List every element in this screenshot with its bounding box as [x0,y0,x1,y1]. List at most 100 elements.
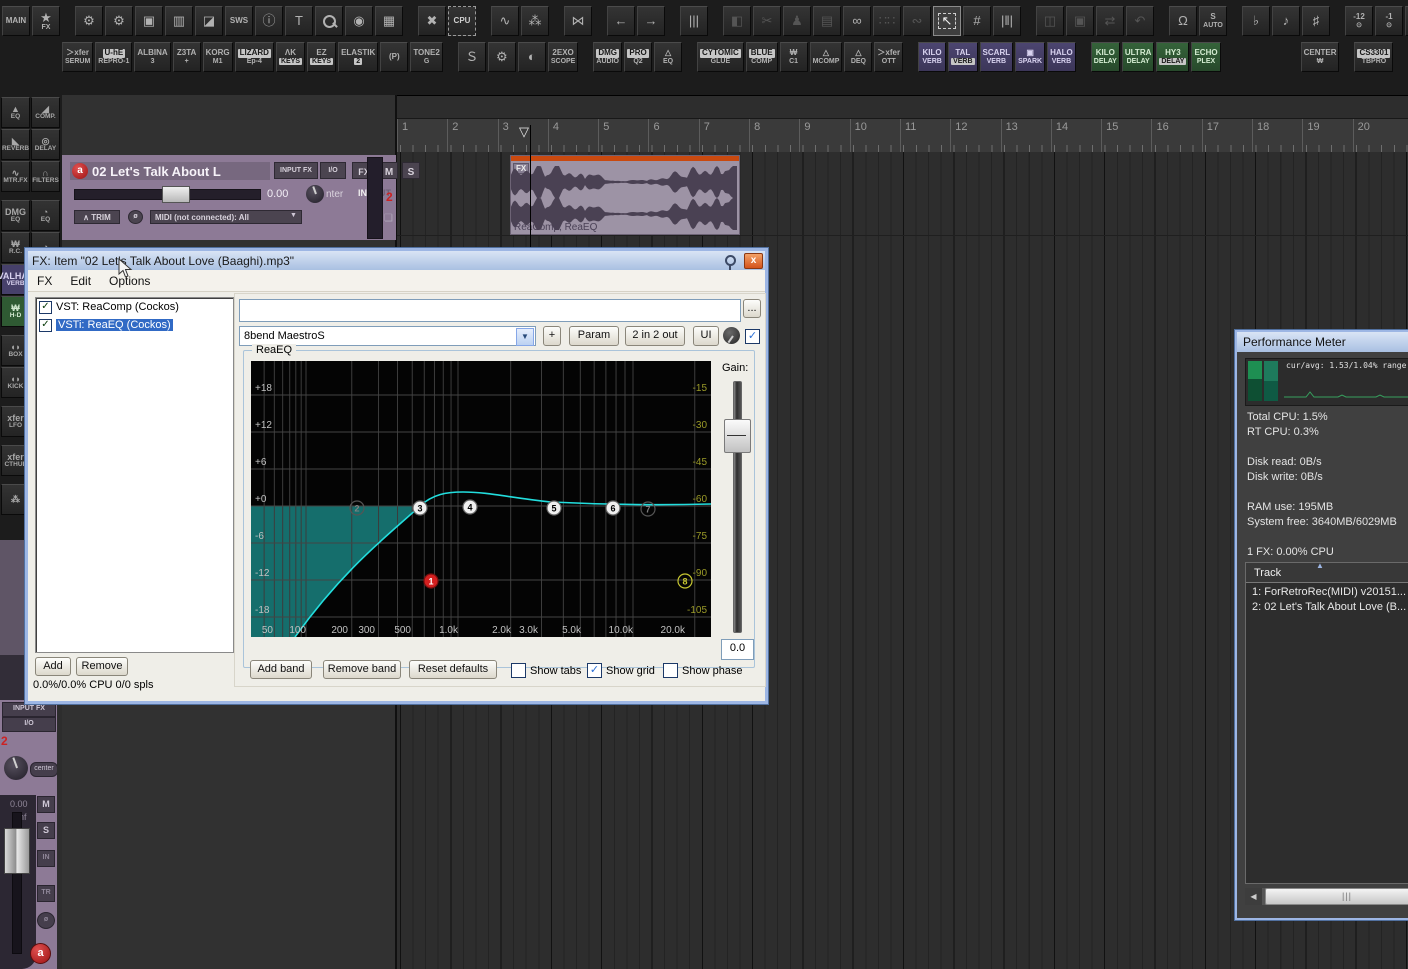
track-list-header[interactable]: ▲ Track [1246,561,1408,583]
theme-shirt-icon[interactable]: T [285,6,313,36]
io-button[interactable]: I/O [320,162,346,179]
auto-mode-button[interactable]: S AUTO [1199,6,1227,36]
cpu-meter-button[interactable]: CPU [448,6,476,36]
more-options-button[interactable]: ... [743,299,761,318]
eq-graph[interactable]: +18 +12 +6 +0 -6 -12 -18 -15 -30 -45 -60 -75 -90 -105… [251,361,711,637]
gain-slider-handle[interactable] [724,419,751,453]
close-eye-icon[interactable]: ✖ [418,6,446,36]
mcp-monitor-button[interactable]: IN [37,850,55,867]
split-item-icon[interactable]: ◫ [1036,6,1064,36]
envelope-node-icon[interactable]: ∾ [903,6,931,36]
scissors-icon[interactable]: ✂ [753,6,781,36]
dock-item[interactable]: ∿ MTR.FX [1,161,30,192]
fx-star-button[interactable]: ★ FX [32,6,60,36]
plugin-hy3-delay[interactable]: HY3 DELAY [1156,42,1190,72]
plugin-globe-icon[interactable]: ◐ [517,42,546,72]
dock-item[interactable]: ◎ DELAY [31,129,60,160]
show-grid-checkbox[interactable]: ✓ Show grid [587,663,655,678]
trash-icon[interactable]: ▥ [165,6,193,36]
menu-item[interactable]: FX [28,274,61,288]
ui-button[interactable]: UI [693,326,719,346]
plugin-tal-verb[interactable]: TAL VERB [948,42,978,72]
add-fx-button[interactable]: Add [35,657,71,676]
pan-knob[interactable] [306,185,324,203]
show-phase-checkbox[interactable]: ✓ Show phase [663,663,743,678]
clef-icon[interactable]: ♪ [1272,6,1300,36]
plugin-repro1[interactable]: U-hE REPRO-1 [95,42,133,72]
volume-handle[interactable] [162,186,190,203]
plugin-kilo-verb[interactable]: KILO VERB [918,42,947,72]
sharp-note-icon[interactable]: ♯ [1302,6,1330,36]
undo-wave-icon[interactable]: ↶ [1126,6,1154,36]
plugin-cs3301[interactable]: CS3301 TBPRO [1354,42,1394,72]
pin-connector-button[interactable]: 2 in 2 out [625,326,685,346]
plugin-dmg-audio[interactable]: DMG AUDIO [593,42,623,72]
actions-wrench-icon[interactable]: ⚙ [75,6,103,36]
show-tabs-checkbox[interactable]: ✓ Show tabs [511,663,581,678]
scatter-icon[interactable]: ⁂ [521,6,549,36]
plugin-deq[interactable]: △ DEQ [844,42,873,72]
close-icon[interactable]: x [744,252,763,269]
perf-track-row[interactable]: 2: 02 Let's Talk About Love (B... [1246,598,1408,613]
metronome-icon[interactable]: ♟ [783,6,811,36]
plugin-blue-comp[interactable]: BLUE COMP [745,42,778,72]
plugin-albina[interactable]: ALBINA 3 [134,42,171,72]
checkbox-icon[interactable]: ✓ [587,663,602,678]
remove-fx-button[interactable]: Remove [76,657,128,676]
mcp-record-arm[interactable]: a [30,943,51,964]
solo-button[interactable]: S [402,162,420,179]
plugin-pianoteq[interactable]: (P) [380,42,409,72]
plugin-mcomp[interactable]: △ MCOMP [809,42,843,72]
mcp-fader-handle[interactable] [4,828,30,874]
mcp-input-fx-button[interactable]: INPUT FX [2,702,56,717]
checkbox-icon[interactable]: ✓ [663,663,678,678]
copy-item-icon[interactable]: ▣ [1066,6,1094,36]
midi-dropdown-arrow[interactable]: ▼ [290,212,297,219]
perf-track-list[interactable]: ▲ Track 1: ForRetroRec(MIDI) v20151... 2:… [1245,561,1408,884]
docker-grid-icon[interactable]: ▦ [375,6,403,36]
plugin-ultra-delay[interactable]: ULTRA DELAY [1121,42,1155,72]
plugin-korg-m1[interactable]: KORG M1 [202,42,233,72]
menu-item[interactable]: Edit [61,274,100,288]
plugin-exoscope[interactable]: 2EXO SCOPE [547,42,579,72]
grid-dots-icon[interactable]: ∷∷ [873,6,901,36]
scroll-left-arrow[interactable]: ◀ [1245,888,1262,905]
midi-input-dropdown[interactable]: MIDI (not connected): All [150,210,302,224]
fx-plugin-list[interactable]: ✓ VST: ReaComp (Cockos) ✓ VSTi: ReaEQ (C… [35,297,234,653]
perf-horizontal-scrollbar[interactable]: ◀ ||| [1245,888,1408,905]
eraser-icon[interactable]: ◪ [195,6,223,36]
media-item[interactable]: FX ReaComp, ReaEQ [510,155,740,235]
plugin-gear[interactable]: ⚙ [487,42,516,72]
timeline-ruler[interactable]: 1 2 3 4 5 6 7 8 9 10 11 12 13 14 15 16 17 18 19 20 [397,118,1408,154]
plugin-slate[interactable]: Ｓ [457,42,486,72]
lock-icon[interactable]: Ω [1169,6,1197,36]
gain-value-box[interactable]: 0.0 [721,639,754,660]
mcp-phase-button[interactable]: ø [37,912,55,929]
scroll-thumb[interactable]: ||| [1265,888,1408,905]
plugin-kilo-delay[interactable]: KILO DELAY [1090,42,1120,72]
plugin-eq[interactable]: △ EQ [654,42,683,72]
add-band-button[interactable]: Add band [250,660,312,679]
fx-plugin-row[interactable]: ✓ VST: ReaComp (Cockos) [36,298,233,316]
preset-comment-field[interactable] [239,299,741,322]
bars-icon[interactable]: |‖| [993,6,1021,36]
combo-arrow-icon[interactable]: ▼ [516,328,534,346]
plugin-echo-plex[interactable]: ECHO PLEX [1191,42,1221,72]
render-eye-icon[interactable]: ◉ [345,6,373,36]
funnel-icon[interactable]: ⋈ [564,6,592,36]
plugin-spark[interactable]: ▣ SPARK [1015,42,1046,72]
plugin-scarl-verb[interactable]: SCARL VERB [979,42,1014,72]
track-name[interactable]: 02 Let's Talk About L [92,164,221,179]
plugin-enable-checkbox[interactable]: ✓ [39,300,52,314]
waveform-icon[interactable]: ∿ [491,6,519,36]
plugin-elastik2[interactable]: ELASTIK 2 [338,42,379,72]
perf-track-row[interactable]: 1: ForRetroRec(MIDI) v20151... [1246,583,1408,598]
dock-item[interactable]: ◢ COMP. [31,97,60,128]
plugin-z3ta[interactable]: Z3TA + [172,42,201,72]
record-arm-button[interactable]: a [72,163,88,179]
monitor-in-label[interactable]: IN [358,188,367,198]
folder-icon[interactable]: ❏ [384,213,393,224]
nav-left-icon[interactable]: ← [607,6,635,36]
flat-note-icon[interactable]: ♭ [1242,6,1270,36]
plugin-ak-keys[interactable]: ΛK KEYS [275,42,306,72]
